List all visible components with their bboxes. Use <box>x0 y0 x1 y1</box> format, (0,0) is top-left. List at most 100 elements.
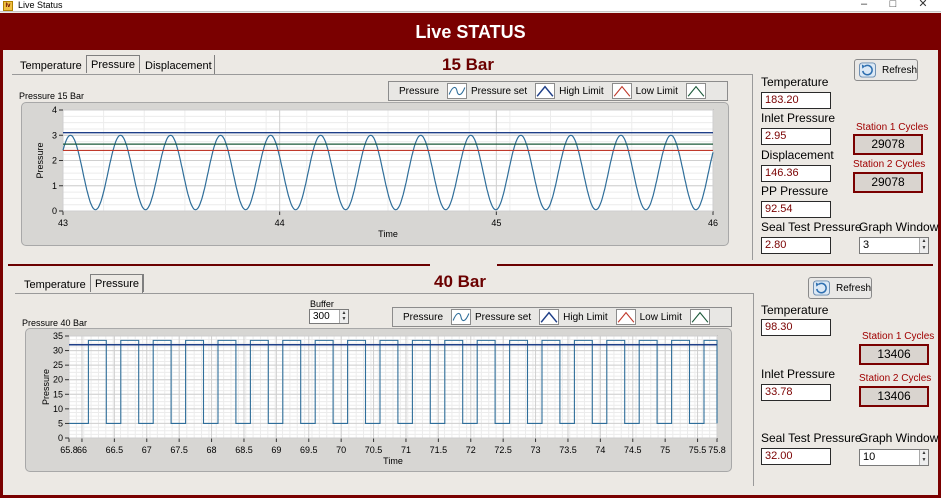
x-tick-label: 69 <box>271 445 281 455</box>
graph-window-value: 3 <box>863 239 870 251</box>
buffer-spinner-arrows-icon[interactable]: ▲ ▼ <box>339 310 348 323</box>
legend-label-pressure: Pressure <box>399 85 440 97</box>
legend-label-low-limit-bottom: Low Limit <box>639 311 682 323</box>
legend-item-pressure: Pressure <box>389 82 445 100</box>
x-tick-label: 75.5 <box>689 445 707 455</box>
legend-item-high-limit: High Limit <box>533 82 609 100</box>
temperature-label: Temperature <box>761 75 829 89</box>
section-title-40-bar: 40 Bar <box>434 272 486 291</box>
graph-window-input-bottom[interactable]: 10 ▲ ▼ <box>859 449 929 466</box>
close-icon[interactable]: ✕ <box>914 0 932 11</box>
station-2-cycles-value-bottom: 13406 <box>859 386 929 407</box>
station-2-cycles-value: 29078 <box>853 172 923 193</box>
tab-pressure[interactable]: Pressure <box>86 55 141 73</box>
refresh-button-label-bottom: Refresh <box>835 282 871 294</box>
y-tick-label: 10 <box>53 404 63 414</box>
y-tick-label: 35 <box>53 331 63 341</box>
station-2-cycles-label-bottom: Station 2 Cycles <box>859 373 932 384</box>
buffer-input[interactable]: 300 ▲ ▼ <box>309 309 349 324</box>
inlet-pressure-value: 2.95 <box>761 128 831 145</box>
low-limit-swatch-icon <box>611 83 632 99</box>
x-tick-label: 75.8 <box>708 445 726 455</box>
y-tick-label: 1 <box>52 181 57 191</box>
refresh-icon <box>813 280 830 296</box>
section-divider-left <box>8 264 430 266</box>
refresh-icon <box>859 62 876 78</box>
x-axis-label: Time <box>383 456 403 466</box>
y-tick-label: 20 <box>53 375 63 385</box>
chart-40-bar[interactable]: 65.8 66 66.5 67 67.5 68 68.5 69 69.5 70 70.5 71 71.5… <box>25 328 732 472</box>
chart-15-bar[interactable]: 43 44 45 46 0 1 2 3 4 Time Pressure <box>21 102 729 246</box>
legend-item-extra <box>684 82 716 100</box>
x-tick-label: 70.5 <box>365 445 383 455</box>
x-tick-label: 73 <box>531 445 541 455</box>
graph-window-label: Graph Window <box>859 220 939 234</box>
maximize-icon[interactable]: □ <box>884 0 902 11</box>
seal-test-pressure-label: Seal Test Pressure <box>761 220 862 234</box>
page-title: Live STATUS <box>415 22 526 42</box>
section-title-15-bar: 15 Bar <box>442 55 494 74</box>
tab-pressure-bottom[interactable]: Pressure <box>90 274 145 292</box>
inlet-pressure-value-bottom: 33.78 <box>761 384 831 401</box>
legend-label-pressure-set: Pressure set <box>471 85 528 97</box>
tab-displacement[interactable]: Displacement <box>141 57 216 75</box>
chart-legend-bottom[interactable]: Pressure Pressure set High Limit Low Lim… <box>392 307 732 327</box>
graph-window-label-bottom: Graph Window <box>859 431 939 445</box>
refresh-button-bottom[interactable]: Refresh <box>808 277 872 299</box>
refresh-button-top[interactable]: Refresh <box>854 59 918 81</box>
x-tick-label: 74 <box>595 445 605 455</box>
displacement-label: Displacement <box>761 148 834 162</box>
spinner-arrows-icon[interactable]: ▲ ▼ <box>919 238 928 253</box>
tab-temperature-bottom[interactable]: Temperature <box>20 276 90 294</box>
x-tick-label: 75 <box>660 445 670 455</box>
legend-label-high-limit-bottom: High Limit <box>563 311 608 323</box>
app-icon: lv <box>3 1 13 11</box>
extra-swatch-icon <box>685 83 706 99</box>
displacement-value: 146.36 <box>761 165 831 182</box>
y-tick-label: 3 <box>52 130 57 140</box>
minimize-icon[interactable]: – <box>855 0 873 11</box>
pp-pressure-label: PP Pressure <box>761 184 829 198</box>
x-tick-label: 66.5 <box>106 445 124 455</box>
x-tick-label: 66 <box>77 445 87 455</box>
buffer-label: Buffer <box>310 299 334 309</box>
x-tick-label: 44 <box>275 218 285 228</box>
tab-panel-border <box>12 74 752 75</box>
x-axis-label: Time <box>378 229 398 239</box>
y-axis-label: Pressure <box>35 142 45 178</box>
pp-pressure-value: 92.54 <box>761 201 831 218</box>
y-tick-label: 0 <box>52 206 57 216</box>
legend-item-low-limit-bottom: Low Limit <box>614 308 688 326</box>
x-tick-label: 43 <box>58 218 68 228</box>
x-tick-label: 67.5 <box>170 445 188 455</box>
graph-window-input[interactable]: 3 ▲ ▼ <box>859 237 929 254</box>
legend-item-low-limit: Low Limit <box>610 82 684 100</box>
legend-label-low-limit: Low Limit <box>635 85 678 97</box>
station-1-cycles-value: 29078 <box>853 134 923 155</box>
seal-test-pressure-value-bottom: 32.00 <box>761 448 831 465</box>
x-tick-label: 74.5 <box>624 445 642 455</box>
x-tick-label: 72 <box>466 445 476 455</box>
legend-item-pressure-set-bottom: Pressure set <box>449 308 537 326</box>
tab-panel-border-bottom-right <box>753 293 754 486</box>
x-tick-label: 72.5 <box>494 445 512 455</box>
refresh-button-label: Refresh <box>881 64 917 76</box>
legend-item-extra-bottom <box>688 308 720 326</box>
y-tick-label: 4 <box>52 105 57 115</box>
y-tick-label: 25 <box>53 360 63 370</box>
legend-item-pressure-set: Pressure set <box>445 82 533 100</box>
legend-item-high-limit-bottom: High Limit <box>537 308 613 326</box>
section-divider-right <box>497 264 933 266</box>
x-tick-label: 68 <box>207 445 217 455</box>
low-limit-swatch-icon <box>615 309 636 325</box>
legend-label-high-limit: High Limit <box>559 85 604 97</box>
x-tick-label: 73.5 <box>559 445 577 455</box>
y-tick-label: 0 <box>58 433 63 443</box>
spinner-arrows-icon[interactable]: ▲ ▼ <box>919 450 928 465</box>
tab-temperature[interactable]: Temperature <box>16 57 86 75</box>
sine-swatch-icon <box>451 309 472 325</box>
inlet-pressure-label: Inlet Pressure <box>761 111 836 125</box>
chart-legend-top[interactable]: Pressure Pressure set High Limit Low Lim… <box>388 81 728 101</box>
tab-panel-border-bottom <box>15 293 753 294</box>
y-tick-label: 2 <box>52 156 57 166</box>
